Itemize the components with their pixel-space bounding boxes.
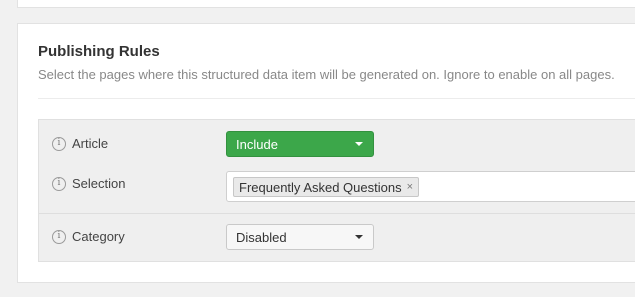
previous-panel [17,0,635,8]
divider [38,98,635,99]
info-icon[interactable]: i [52,176,66,191]
rule-label: Article [72,136,109,151]
chevron-down-icon [355,235,363,239]
publishing-rules-card: Publishing Rules Select the pages where … [17,23,635,283]
section-title: Publishing Rules [38,43,160,60]
rule-label: Category [72,229,125,244]
info-icon[interactable]: i [52,229,66,244]
selection-tags-input[interactable]: Frequently Asked Questions × [226,171,635,202]
category-rule-select[interactable]: Disabled [226,224,374,250]
rule-category-label: i Category [52,229,125,244]
selected-tag: Frequently Asked Questions × [233,177,420,197]
rule-article-label: i Article [52,136,108,151]
tag-label: Frequently Asked Questions [239,179,402,195]
select-value: Disabled [236,229,287,245]
rule-selection-label: i Selection [52,176,125,191]
row-divider [39,213,635,214]
info-icon[interactable]: i [52,136,66,151]
section-description: Select the pages where this structured d… [38,67,615,82]
select-value: Include [236,136,278,152]
rule-label: Selection [72,176,126,191]
article-rule-select[interactable]: Include [226,131,374,157]
close-icon[interactable]: × [407,181,413,193]
rules-panel: i Article Include i Selection Frequently… [38,119,635,262]
chevron-down-icon [355,142,363,146]
